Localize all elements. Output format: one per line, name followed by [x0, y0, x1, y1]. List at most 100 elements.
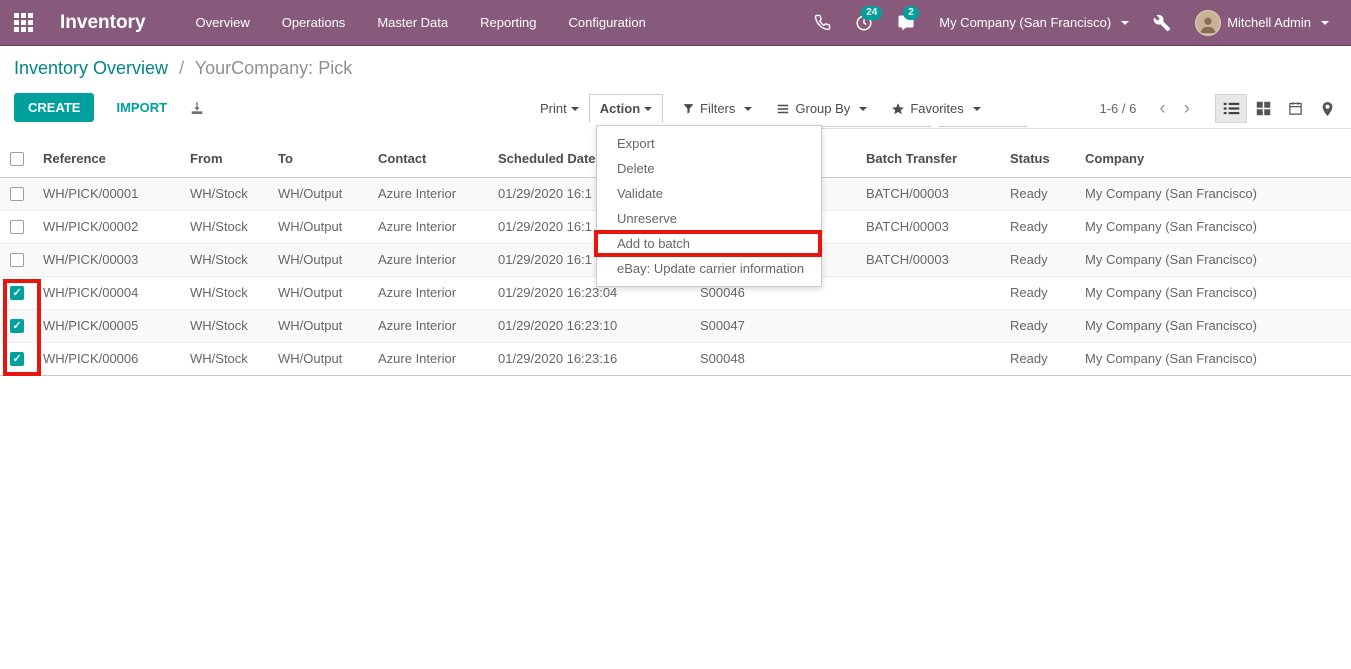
- apps-grid-icon[interactable]: [0, 0, 46, 46]
- column-header-company[interactable]: Company: [1075, 126, 1351, 177]
- cell-reference[interactable]: WH/PICK/00004: [33, 276, 180, 309]
- debug-wrench-icon[interactable]: [1143, 8, 1181, 38]
- cell-status[interactable]: Ready: [1000, 276, 1075, 309]
- cell-from[interactable]: WH/Stock: [180, 309, 268, 342]
- cell-from[interactable]: WH/Stock: [180, 243, 268, 276]
- cell-to[interactable]: WH/Output: [268, 243, 368, 276]
- create-button[interactable]: CREATE: [14, 93, 94, 122]
- messages-icon[interactable]: 2: [887, 8, 925, 38]
- cell-reference[interactable]: WH/PICK/00003: [33, 243, 180, 276]
- column-header-status[interactable]: Status: [1000, 126, 1075, 177]
- cell-from[interactable]: WH/Stock: [180, 342, 268, 375]
- cell-contact[interactable]: Azure Interior: [368, 177, 488, 210]
- cell-contact[interactable]: Azure Interior: [368, 243, 488, 276]
- nav-menu-configuration[interactable]: Configuration: [557, 9, 658, 36]
- row-checkbox[interactable]: [10, 319, 24, 333]
- row-checkbox[interactable]: [10, 352, 24, 366]
- cell-to[interactable]: WH/Output: [268, 276, 368, 309]
- action-dropdown[interactable]: Action: [589, 94, 663, 123]
- table-row[interactable]: WH/PICK/00005WH/StockWH/OutputAzure Inte…: [0, 309, 1351, 342]
- cell-company[interactable]: My Company (San Francisco): [1075, 177, 1351, 210]
- chevron-down-icon: [1321, 21, 1329, 25]
- nav-menu-reporting[interactable]: Reporting: [468, 9, 548, 36]
- cell-from[interactable]: WH/Stock: [180, 177, 268, 210]
- cell-batch-transfer[interactable]: [856, 276, 1000, 309]
- column-header-contact[interactable]: Contact: [368, 126, 488, 177]
- print-dropdown[interactable]: Print: [530, 95, 589, 122]
- cell-to[interactable]: WH/Output: [268, 210, 368, 243]
- cell-reference[interactable]: WH/PICK/00001: [33, 177, 180, 210]
- cell-source-document[interactable]: S00047: [690, 309, 856, 342]
- cell-company[interactable]: My Company (San Francisco): [1075, 342, 1351, 375]
- column-header-to[interactable]: To: [268, 126, 368, 177]
- cell-to[interactable]: WH/Output: [268, 309, 368, 342]
- user-menu[interactable]: Mitchell Admin: [1185, 4, 1339, 42]
- action-menu-item-add-to-batch[interactable]: Add to batch: [597, 231, 821, 256]
- cell-reference[interactable]: WH/PICK/00006: [33, 342, 180, 375]
- import-button[interactable]: IMPORT: [116, 100, 167, 115]
- breadcrumb-parent-link[interactable]: Inventory Overview: [14, 58, 168, 78]
- action-menu-item-delete[interactable]: Delete: [597, 156, 821, 181]
- cell-from[interactable]: WH/Stock: [180, 276, 268, 309]
- cell-status[interactable]: Ready: [1000, 309, 1075, 342]
- nav-menu-overview[interactable]: Overview: [184, 9, 262, 36]
- cell-batch-transfer[interactable]: BATCH/00003: [856, 177, 1000, 210]
- cell-contact[interactable]: Azure Interior: [368, 210, 488, 243]
- cell-company[interactable]: My Company (San Francisco): [1075, 210, 1351, 243]
- cell-scheduled-date[interactable]: 01/29/2020 16:23:10: [488, 309, 690, 342]
- column-header-reference[interactable]: Reference: [33, 126, 180, 177]
- row-checkbox[interactable]: [10, 220, 24, 234]
- action-menu-item-unreserve[interactable]: Unreserve: [597, 206, 821, 231]
- cell-status[interactable]: Ready: [1000, 177, 1075, 210]
- cell-to[interactable]: WH/Output: [268, 177, 368, 210]
- cell-scheduled-date[interactable]: 01/29/2020 16:23:16: [488, 342, 690, 375]
- cell-source-document[interactable]: S00048: [690, 342, 856, 375]
- map-view-button[interactable]: [1311, 94, 1343, 123]
- calendar-icon: [1288, 101, 1303, 116]
- list-view-button[interactable]: [1215, 94, 1247, 123]
- cell-reference[interactable]: WH/PICK/00005: [33, 309, 180, 342]
- row-select-cell: [0, 243, 33, 276]
- favorites-dropdown[interactable]: Favorites: [881, 95, 990, 122]
- row-checkbox[interactable]: [10, 253, 24, 267]
- filters-label: Filters: [700, 101, 735, 116]
- pager-previous-button[interactable]: ‹: [1150, 99, 1174, 118]
- column-header-from[interactable]: From: [180, 126, 268, 177]
- action-menu-item-ebay-update-carrier-information[interactable]: eBay: Update carrier information: [597, 256, 821, 281]
- row-checkbox[interactable]: [10, 187, 24, 201]
- cell-status[interactable]: Ready: [1000, 342, 1075, 375]
- download-icon[interactable]: [189, 100, 205, 116]
- cell-reference[interactable]: WH/PICK/00002: [33, 210, 180, 243]
- cell-status[interactable]: Ready: [1000, 210, 1075, 243]
- cell-contact[interactable]: Azure Interior: [368, 342, 488, 375]
- cell-status[interactable]: Ready: [1000, 243, 1075, 276]
- pager-next-button[interactable]: ›: [1175, 99, 1199, 118]
- cell-from[interactable]: WH/Stock: [180, 210, 268, 243]
- column-header-batch-transfer[interactable]: Batch Transfer: [856, 126, 1000, 177]
- filters-dropdown[interactable]: Filters: [672, 95, 762, 122]
- action-menu-item-export[interactable]: Export: [597, 131, 821, 156]
- cell-contact[interactable]: Azure Interior: [368, 309, 488, 342]
- cell-batch-transfer[interactable]: [856, 342, 1000, 375]
- cell-contact[interactable]: Azure Interior: [368, 276, 488, 309]
- cell-company[interactable]: My Company (San Francisco): [1075, 276, 1351, 309]
- group-by-dropdown[interactable]: Group By: [766, 95, 877, 122]
- cell-company[interactable]: My Company (San Francisco): [1075, 309, 1351, 342]
- nav-menu-master-data[interactable]: Master Data: [365, 9, 460, 36]
- action-menu-item-validate[interactable]: Validate: [597, 181, 821, 206]
- cell-batch-transfer[interactable]: BATCH/00003: [856, 210, 1000, 243]
- company-switcher[interactable]: My Company (San Francisco): [929, 9, 1139, 36]
- cell-batch-transfer[interactable]: BATCH/00003: [856, 243, 1000, 276]
- calendar-view-button[interactable]: [1279, 94, 1311, 123]
- cell-batch-transfer[interactable]: [856, 309, 1000, 342]
- select-all-checkbox[interactable]: [10, 152, 24, 166]
- cell-to[interactable]: WH/Output: [268, 342, 368, 375]
- phone-icon[interactable]: [804, 8, 841, 37]
- kanban-view-button[interactable]: [1247, 94, 1279, 123]
- navbar-right: 24 2 My Company (San Francisco) Mitchell…: [804, 4, 1351, 42]
- cell-company[interactable]: My Company (San Francisco): [1075, 243, 1351, 276]
- activities-clock-icon[interactable]: 24: [845, 8, 883, 38]
- row-checkbox[interactable]: [10, 286, 24, 300]
- table-row[interactable]: WH/PICK/00006WH/StockWH/OutputAzure Inte…: [0, 342, 1351, 375]
- nav-menu-operations[interactable]: Operations: [270, 9, 358, 36]
